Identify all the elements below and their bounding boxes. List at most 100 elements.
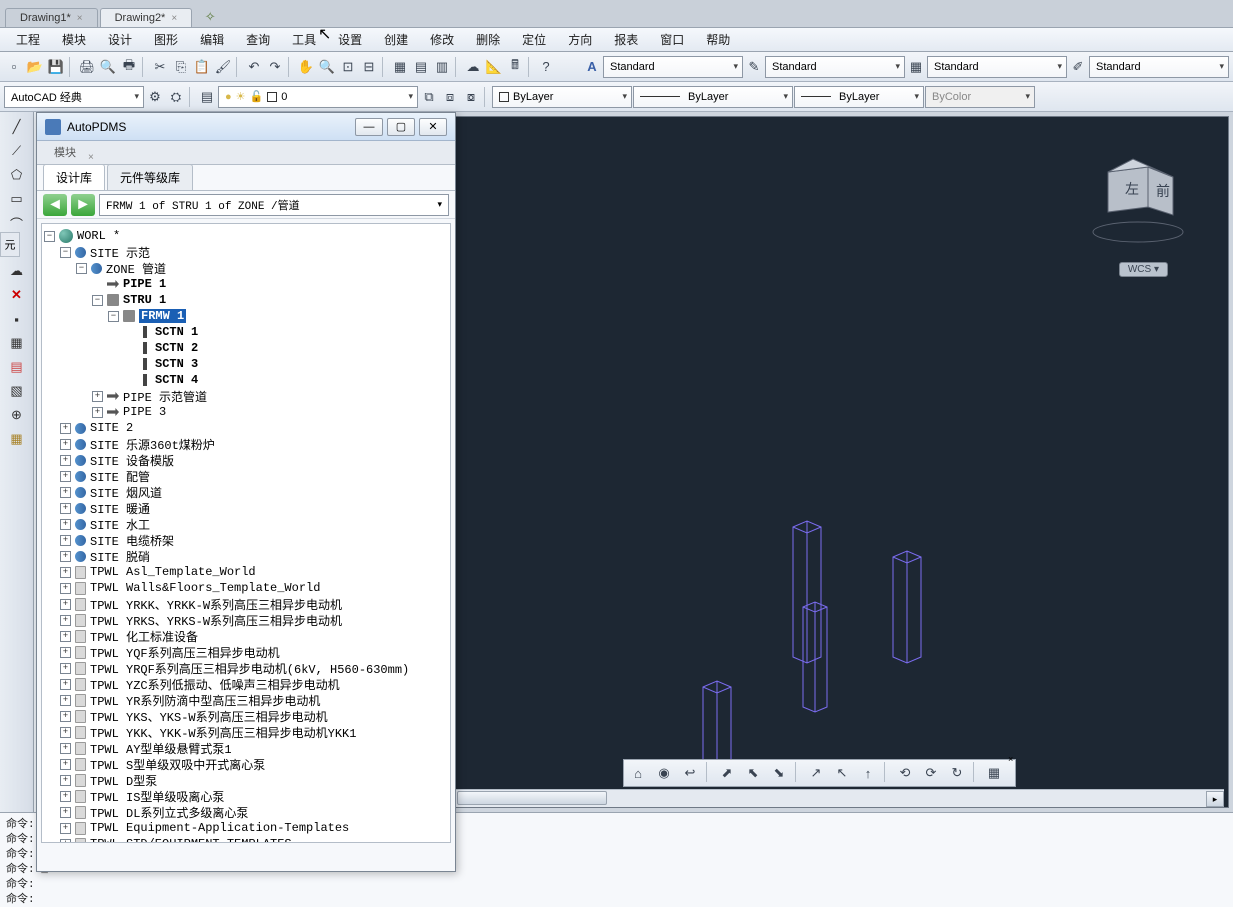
tree-node-stru[interactable]: −STRU 1 xyxy=(44,292,448,308)
expand-icon[interactable]: + xyxy=(60,759,71,770)
save-icon[interactable]: 💾 xyxy=(46,57,66,77)
minimize-button[interactable]: — xyxy=(355,118,383,136)
tree-node-worl[interactable]: −WORL * xyxy=(44,228,448,244)
textstyle-icon[interactable]: A xyxy=(582,57,602,77)
expand-icon[interactable]: + xyxy=(60,823,71,834)
expand-icon[interactable]: + xyxy=(60,615,71,626)
tree-node-sctn[interactable]: SCTN 1 xyxy=(44,324,448,340)
menu-settings[interactable]: 设置 xyxy=(328,29,372,50)
rot-x-icon[interactable]: ⟲ xyxy=(893,762,917,784)
tree-node-site[interactable]: +SITE 脱硝 xyxy=(44,548,448,564)
match-icon[interactable]: 🖌 xyxy=(213,57,233,77)
revcloud-icon[interactable]: ☁ xyxy=(3,260,31,282)
expand-icon[interactable]: + xyxy=(60,439,71,450)
tab-component-lib[interactable]: 元件等级库 xyxy=(107,164,193,190)
tree-node-site[interactable]: −SITE 示范 xyxy=(44,244,448,260)
tree-node-site[interactable]: +SITE 电缆桥架 xyxy=(44,532,448,548)
expand-icon[interactable]: + xyxy=(60,487,71,498)
calc-icon[interactable]: 🖩 xyxy=(505,57,525,77)
region-icon[interactable]: ▧ xyxy=(3,380,31,402)
tree-node-site[interactable]: +SITE 水工 xyxy=(44,516,448,532)
layer-iso-icon[interactable]: ⧇ xyxy=(461,87,481,107)
color-combo[interactable]: ByLayer xyxy=(492,86,632,108)
menu-delete[interactable]: 删除 xyxy=(466,29,510,50)
menu-direction[interactable]: 方向 xyxy=(558,29,602,50)
tree-node-tpwl[interactable]: +TPWL Equipment-Application-Templates xyxy=(44,820,448,836)
tree-node-frmw[interactable]: −FRMW 1 xyxy=(44,308,448,324)
expand-icon[interactable]: + xyxy=(60,839,71,844)
module-tab[interactable]: 模块 xyxy=(43,140,87,164)
tree-node-tpwl[interactable]: +TPWL Asl_Template_World xyxy=(44,564,448,580)
expand-icon[interactable]: + xyxy=(60,679,71,690)
tree-node-pipe[interactable]: PIPE 1 xyxy=(44,276,448,292)
menu-project[interactable]: 工程 xyxy=(6,29,50,50)
text-style-combo[interactable]: Standard xyxy=(603,56,743,78)
tab-drawing1[interactable]: Drawing1*× xyxy=(5,8,98,27)
redo-icon[interactable]: ↷ xyxy=(265,57,285,77)
nav-icon[interactable]: ⌂ xyxy=(626,762,650,784)
copy-icon[interactable]: ⎘ xyxy=(171,57,191,77)
scrollbar-thumb[interactable] xyxy=(457,791,607,805)
rot-y-icon[interactable]: ⟳ xyxy=(919,762,943,784)
side-tab[interactable]: 元 xyxy=(0,232,20,257)
cut-icon[interactable]: ✂ xyxy=(150,57,170,77)
menu-window[interactable]: 窗口 xyxy=(650,29,694,50)
lineweight-combo[interactable]: ByLayer xyxy=(794,86,924,108)
block-icon[interactable]: ▪ xyxy=(3,308,31,330)
hierarchy-tree[interactable]: −WORL * −SITE 示范 −ZONE 管道 PIPE 1 −STRU 1… xyxy=(41,223,451,843)
zoom-window-icon[interactable]: ⊡ xyxy=(338,57,358,77)
maximize-button[interactable]: ▢ xyxy=(387,118,415,136)
tree-node-tpwl[interactable]: +TPWL YQF系列高压三相异步电动机 xyxy=(44,644,448,660)
view-cube[interactable]: 左 前 xyxy=(1068,137,1188,257)
sheet-icon[interactable]: ▤ xyxy=(411,57,431,77)
expand-icon[interactable]: + xyxy=(60,423,71,434)
new-tab-icon[interactable]: ✧ xyxy=(200,7,220,27)
tab-design-lib[interactable]: 设计库 xyxy=(43,164,105,190)
tree-node-tpwl[interactable]: +TPWL YRKS、YRKS-W系列高压三相异步电动机 xyxy=(44,612,448,628)
autopdms-titlebar[interactable]: AutoPDMS — ▢ ✕ xyxy=(37,113,455,141)
print-icon[interactable]: 🖨 xyxy=(77,57,97,77)
preview-icon[interactable]: 🔍 xyxy=(98,57,118,77)
expand-icon[interactable]: + xyxy=(60,743,71,754)
mlstyle-icon[interactable]: ✐ xyxy=(1068,57,1088,77)
menu-help[interactable]: 帮助 xyxy=(696,29,740,50)
tree-node-zone[interactable]: −ZONE 管道 xyxy=(44,260,448,276)
axis-z-icon[interactable]: ↑ xyxy=(856,762,880,784)
dim-style-combo[interactable]: Standard xyxy=(765,56,905,78)
tab-close-icon[interactable]: × xyxy=(77,13,83,24)
grid-icon[interactable]: ▦ xyxy=(982,762,1006,784)
rect-icon[interactable]: ▭ xyxy=(3,188,31,210)
expand-icon[interactable]: + xyxy=(60,695,71,706)
tab-drawing2[interactable]: Drawing2*× xyxy=(100,8,193,27)
menu-graphics[interactable]: 图形 xyxy=(144,29,188,50)
collapse-icon[interactable]: − xyxy=(92,295,103,306)
expand-icon[interactable]: + xyxy=(60,567,71,578)
tree-node-tpwl[interactable]: +TPWL S型单级双吸中开式离心泵 xyxy=(44,756,448,772)
expand-icon[interactable]: + xyxy=(60,503,71,514)
expand-icon[interactable]: + xyxy=(60,647,71,658)
menu-report[interactable]: 报表 xyxy=(604,29,648,50)
polygon-icon[interactable]: ⬠ xyxy=(3,164,31,186)
collapse-icon[interactable]: − xyxy=(44,231,55,242)
expand-icon[interactable]: + xyxy=(60,455,71,466)
ucs-icon[interactable]: ⬈ xyxy=(715,762,739,784)
expand-icon[interactable]: + xyxy=(60,471,71,482)
point-icon[interactable]: ⊕ xyxy=(3,404,31,426)
properties-icon[interactable]: ▦ xyxy=(390,57,410,77)
menu-query[interactable]: 查询 xyxy=(236,29,280,50)
tree-node-site[interactable]: +SITE 设备模版 xyxy=(44,452,448,468)
expand-icon[interactable]: + xyxy=(60,727,71,738)
tree-node-site[interactable]: +SITE 烟风道 xyxy=(44,484,448,500)
menu-design[interactable]: 设计 xyxy=(98,29,142,50)
expand-icon[interactable]: + xyxy=(60,551,71,562)
tree-node-site[interactable]: +SITE 2 xyxy=(44,420,448,436)
menu-modify[interactable]: 修改 xyxy=(420,29,464,50)
nav-forward-button[interactable]: ► xyxy=(71,194,95,216)
workspace-gear-icon[interactable]: ⛭ xyxy=(166,87,186,107)
table-icon[interactable]: ▦ xyxy=(3,428,31,450)
expand-icon[interactable]: + xyxy=(60,631,71,642)
plotstyle-combo[interactable]: ByColor xyxy=(925,86,1035,108)
expand-icon[interactable]: + xyxy=(60,583,71,594)
undo-icon[interactable]: ↶ xyxy=(244,57,264,77)
expand-icon[interactable]: + xyxy=(60,519,71,530)
